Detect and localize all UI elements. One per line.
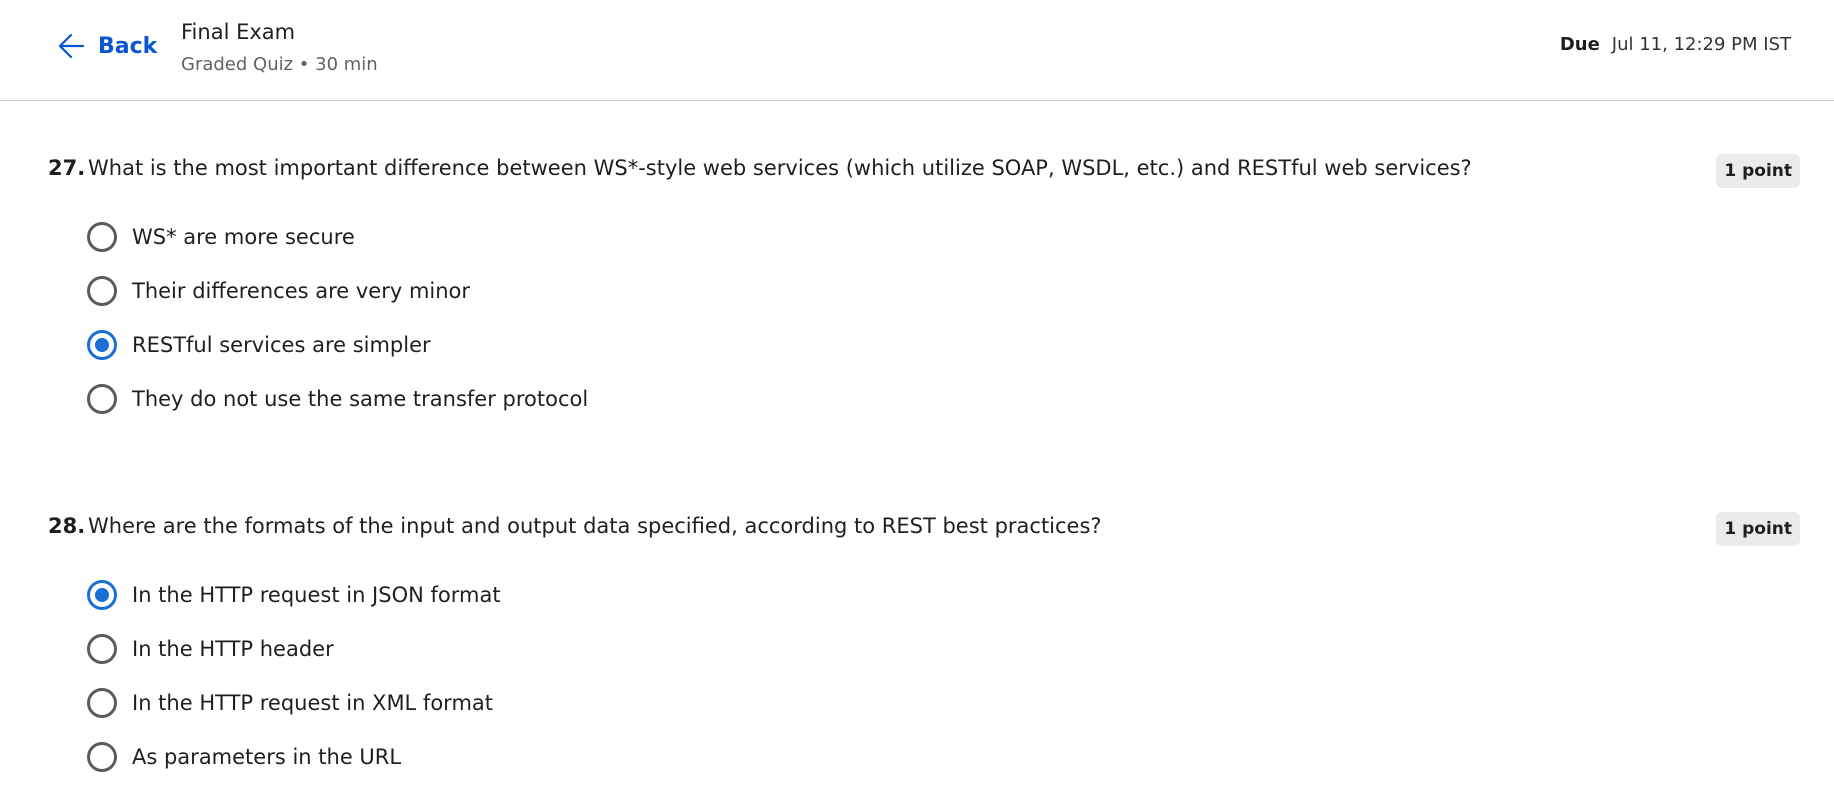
option-label: Their differences are very minor [132,279,471,303]
answer-option[interactable]: In the HTTP request in JSON format [48,568,1800,622]
radio-button-selected[interactable] [87,580,117,610]
top-header: Back Final Exam Graded Quiz • 30 min Due… [0,0,1834,101]
question-text: Where are the formats of the input and o… [88,514,1102,538]
question-number: 28. [48,514,86,538]
option-label: In the HTTP request in JSON format [132,583,501,607]
option-label: As parameters in the URL [132,745,402,769]
due-value: Jul 11, 12:29 PM IST [1611,34,1791,55]
answer-options: WS* are more secure Their differences ar… [48,210,1800,426]
option-label: WS* are more secure [132,225,355,249]
question-header: 27. What is the most important differenc… [48,146,1800,196]
exam-subtitle: Graded Quiz • 30 min [181,54,378,75]
answer-option[interactable]: Their differences are very minor [48,264,1800,318]
question-28: 28. Where are the formats of the input a… [48,504,1800,784]
answer-option[interactable]: In the HTTP request in XML format [48,676,1800,730]
answer-option[interactable]: They do not use the same transfer protoc… [48,372,1800,426]
question-header: 28. Where are the formats of the input a… [48,504,1800,554]
exam-title-block: Final Exam Graded Quiz • 30 min [181,17,378,80]
back-label: Back [98,33,158,59]
option-label: RESTful services are simpler [132,333,431,357]
question-text: What is the most important difference be… [88,156,1472,180]
answer-option[interactable]: WS* are more secure [48,210,1800,264]
arrow-left-icon [58,33,85,59]
radio-button-selected[interactable] [87,330,117,360]
answer-option[interactable]: As parameters in the URL [48,730,1800,784]
option-label: In the HTTP header [132,637,334,661]
answer-option[interactable]: In the HTTP header [48,622,1800,676]
radio-button[interactable] [87,276,117,306]
radio-button[interactable] [87,222,117,252]
points-badge: 1 point [1716,154,1800,188]
option-label: They do not use the same transfer protoc… [132,387,589,411]
radio-button[interactable] [87,384,117,414]
question-27: 27. What is the most important differenc… [48,146,1800,426]
answer-option[interactable]: RESTful services are simpler [48,318,1800,372]
due-date: Due Jul 11, 12:29 PM IST [1560,34,1791,55]
radio-button[interactable] [87,742,117,772]
answer-options: In the HTTP request in JSON format In th… [48,568,1800,784]
back-button[interactable]: Back [56,28,157,64]
page-title: Final Exam [181,20,296,44]
question-number: 27. [48,156,86,180]
radio-button[interactable] [87,634,117,664]
due-label: Due [1559,34,1600,55]
option-label: In the HTTP request in XML format [132,691,493,715]
radio-button[interactable] [87,688,117,718]
points-badge: 1 point [1716,512,1800,546]
